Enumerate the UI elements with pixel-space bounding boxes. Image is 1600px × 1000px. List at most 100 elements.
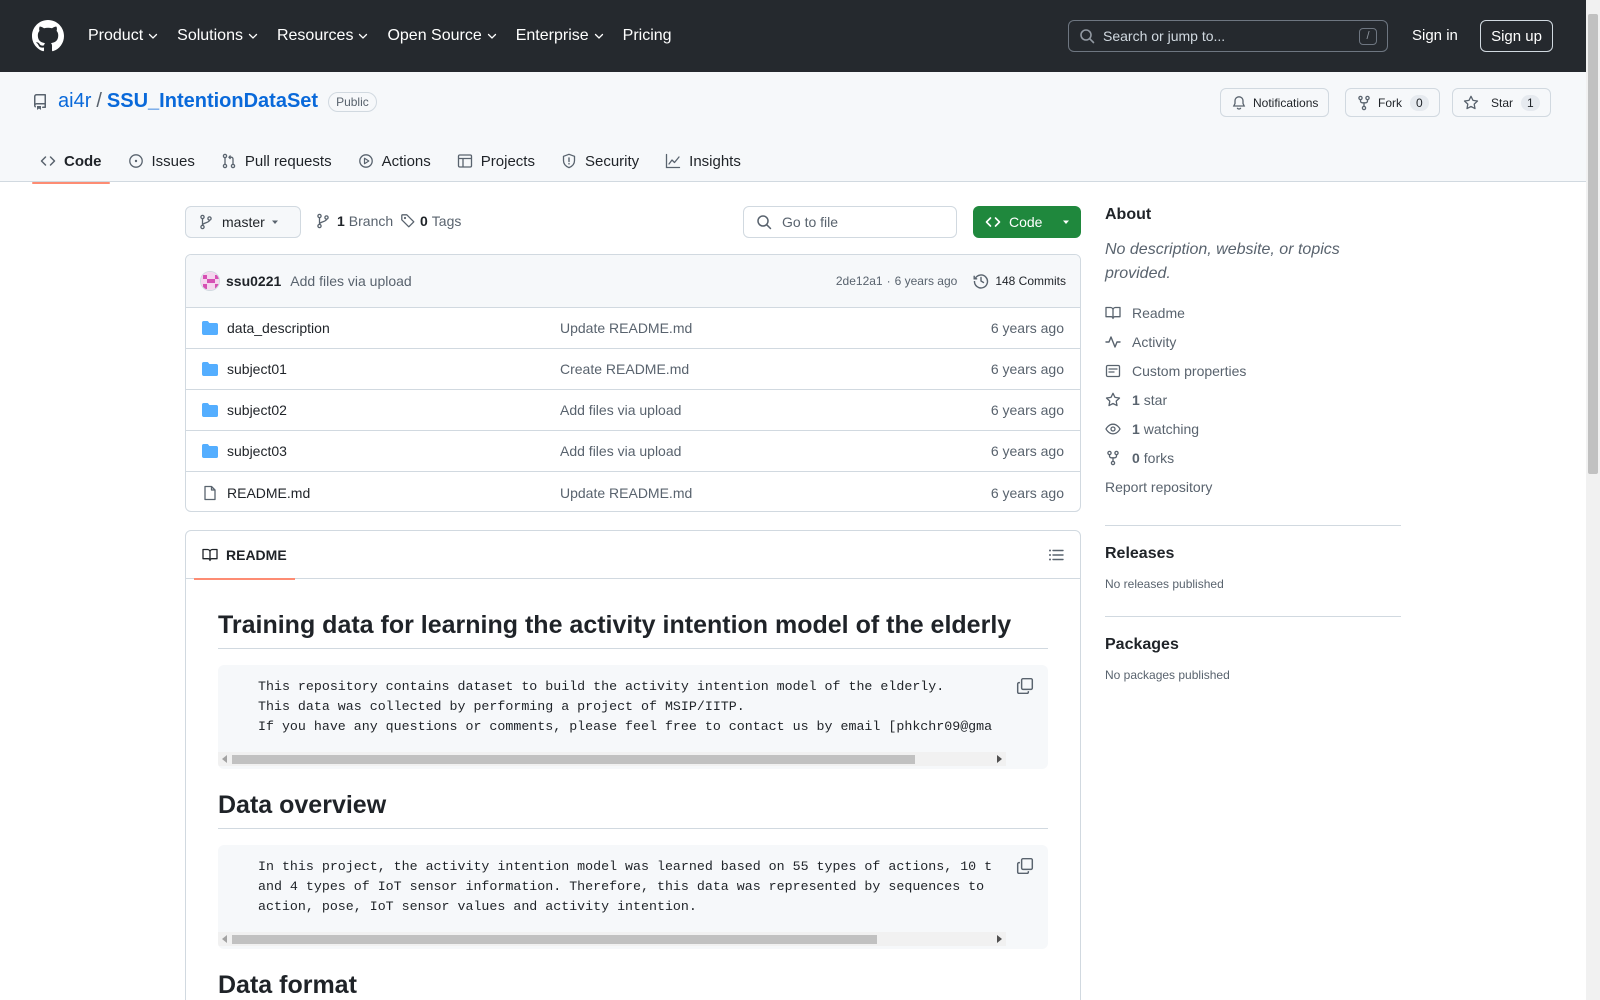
github-logo-icon[interactable]	[32, 20, 64, 52]
scroll-left-arrow-icon[interactable]	[222, 755, 227, 763]
file-commit-message-link[interactable]: Create README.md	[560, 361, 689, 377]
commits-history-link[interactable]: 148 Commits	[973, 273, 1066, 289]
tags-link[interactable]: 0 Tags	[400, 213, 461, 229]
forks-link[interactable]: 0 forks	[1105, 443, 1401, 472]
tab-insights[interactable]: Insights	[657, 140, 749, 182]
watching-label: watching	[1143, 420, 1200, 437]
file-commit-message-link[interactable]: Add files via upload	[560, 402, 681, 418]
avatar[interactable]	[200, 271, 220, 291]
stars-count: 1	[1132, 391, 1140, 408]
page-scrollbar[interactable]	[1586, 0, 1600, 1000]
scroll-right-arrow-icon[interactable]	[997, 755, 1002, 763]
file-name-link[interactable]: data_description	[227, 320, 330, 336]
play-icon	[358, 154, 373, 168]
tab-label: Insights	[689, 152, 741, 170]
repo-name-link[interactable]: SSU_IntentionDataSet	[107, 90, 318, 113]
readme-link[interactable]: Readme	[1105, 298, 1401, 327]
commit-message-link[interactable]: Add files via upload	[290, 273, 411, 289]
stars-link[interactable]: 1 star	[1105, 385, 1401, 414]
scrollbar-thumb[interactable]	[232, 935, 877, 944]
visibility-badge: Public	[328, 91, 377, 112]
file-name-link[interactable]: README.md	[227, 485, 310, 501]
tag-count-label: Tags	[431, 213, 462, 229]
watchers-link[interactable]: 1 watching	[1105, 414, 1401, 443]
git-branch-icon	[200, 214, 212, 230]
shield-icon	[562, 153, 576, 169]
sidebar-divider	[1105, 525, 1401, 526]
tab-projects[interactable]: Projects	[449, 140, 543, 182]
watching-count: 1	[1132, 420, 1140, 437]
book-icon	[1105, 306, 1121, 319]
readme-content: Training data for learning the activity …	[186, 579, 1080, 1000]
fork-count: 0	[1410, 94, 1429, 111]
tab-pull-requests[interactable]: Pull requests	[213, 140, 340, 182]
tab-security[interactable]: Security	[553, 140, 647, 182]
tab-code[interactable]: Code	[32, 140, 110, 184]
global-search-input[interactable]: Search or jump to... /	[1068, 20, 1388, 52]
code-dropdown-button[interactable]: Code	[973, 206, 1081, 238]
file-name-link[interactable]: subject02	[227, 402, 287, 418]
tab-issues[interactable]: Issues	[120, 140, 203, 182]
about-description: No description, website, or topics provi…	[1105, 241, 1340, 282]
file-commit-message-link[interactable]: Update README.md	[560, 485, 692, 501]
caret-down-icon	[272, 220, 278, 224]
nav-item-enterprise[interactable]: Enterprise	[516, 27, 605, 45]
readme-heading-data-overview: Data overview	[218, 777, 1048, 829]
readme-tab[interactable]: README	[194, 531, 295, 580]
releases-title[interactable]: Releases	[1105, 545, 1401, 563]
nav-item-pricing[interactable]: Pricing	[623, 27, 672, 45]
packages-title[interactable]: Packages	[1105, 636, 1401, 654]
file-icon	[204, 485, 216, 500]
file-name-link[interactable]: subject01	[227, 361, 287, 377]
commit-author-link[interactable]: ssu0221	[226, 273, 281, 289]
activity-link[interactable]: Activity	[1105, 327, 1401, 356]
sign-up-button[interactable]: Sign up	[1480, 20, 1553, 52]
table-row: subject02 Add files via upload 6 years ago	[186, 390, 1080, 431]
branches-link[interactable]: 1 Branch	[315, 213, 393, 229]
file-commit-message-link[interactable]: Add files via upload	[560, 443, 681, 459]
branch-selector-button[interactable]: master	[185, 206, 301, 238]
repo-owner-link[interactable]: ai4r	[58, 90, 91, 113]
star-button[interactable]: Star 1	[1452, 88, 1551, 117]
copy-icon[interactable]	[1016, 857, 1034, 875]
forks-label: forks	[1143, 449, 1175, 466]
forks-count: 0	[1132, 449, 1140, 466]
list-unordered-icon[interactable]	[1048, 547, 1064, 563]
readme-panel: README Training data for learning the ac…	[185, 530, 1081, 1000]
report-repository-link[interactable]: Report repository	[1105, 472, 1401, 501]
fork-button[interactable]: Fork 0	[1345, 88, 1440, 117]
tab-actions[interactable]: Actions	[350, 140, 439, 182]
commit-hash-link[interactable]: 2de12a1	[836, 274, 883, 288]
code-block-scrollbar[interactable]	[218, 932, 1006, 946]
nav-item-open-source[interactable]: Open Source	[387, 27, 497, 45]
scroll-left-arrow-icon[interactable]	[222, 935, 227, 943]
copy-icon[interactable]	[1016, 677, 1034, 695]
tab-label: Code	[64, 152, 102, 170]
table-row: README.md Update README.md 6 years ago	[186, 472, 1080, 511]
scroll-right-arrow-icon[interactable]	[997, 935, 1002, 943]
custom-properties-link[interactable]: Custom properties	[1105, 356, 1401, 385]
nav-item-label: Solutions	[177, 27, 243, 44]
folder-icon	[202, 321, 218, 335]
readme-heading-data-format: Data format	[218, 957, 1048, 1000]
go-to-file-input[interactable]: Go to file	[743, 206, 957, 238]
file-name-link[interactable]: subject03	[227, 443, 287, 459]
code-block-intro: This repository contains dataset to buil…	[218, 665, 1048, 769]
code-line: This data was collected by performing a …	[258, 699, 745, 714]
table-row: subject03 Add files via upload 6 years ago	[186, 431, 1080, 472]
latest-commit-row: ssu0221 Add files via upload 2de12a1 · 6…	[186, 255, 1080, 308]
sign-in-link[interactable]: Sign in	[1412, 27, 1458, 44]
readme-tab-label: README	[226, 546, 287, 563]
file-commit-message-link[interactable]: Update README.md	[560, 320, 692, 336]
scrollbar-thumb[interactable]	[232, 755, 915, 764]
nav-item-product[interactable]: Product	[88, 27, 159, 45]
page-scrollbar-thumb[interactable]	[1588, 14, 1598, 474]
folder-icon	[202, 403, 218, 417]
graph-icon	[666, 153, 681, 169]
custom-properties-label: Custom properties	[1132, 362, 1247, 379]
code-line: action, pose, IoT sensor values and acti…	[258, 899, 697, 914]
notifications-button[interactable]: Notifications	[1220, 88, 1330, 117]
nav-item-solutions[interactable]: Solutions	[177, 27, 259, 45]
code-block-scrollbar[interactable]	[218, 752, 1006, 766]
nav-item-resources[interactable]: Resources	[277, 27, 369, 45]
